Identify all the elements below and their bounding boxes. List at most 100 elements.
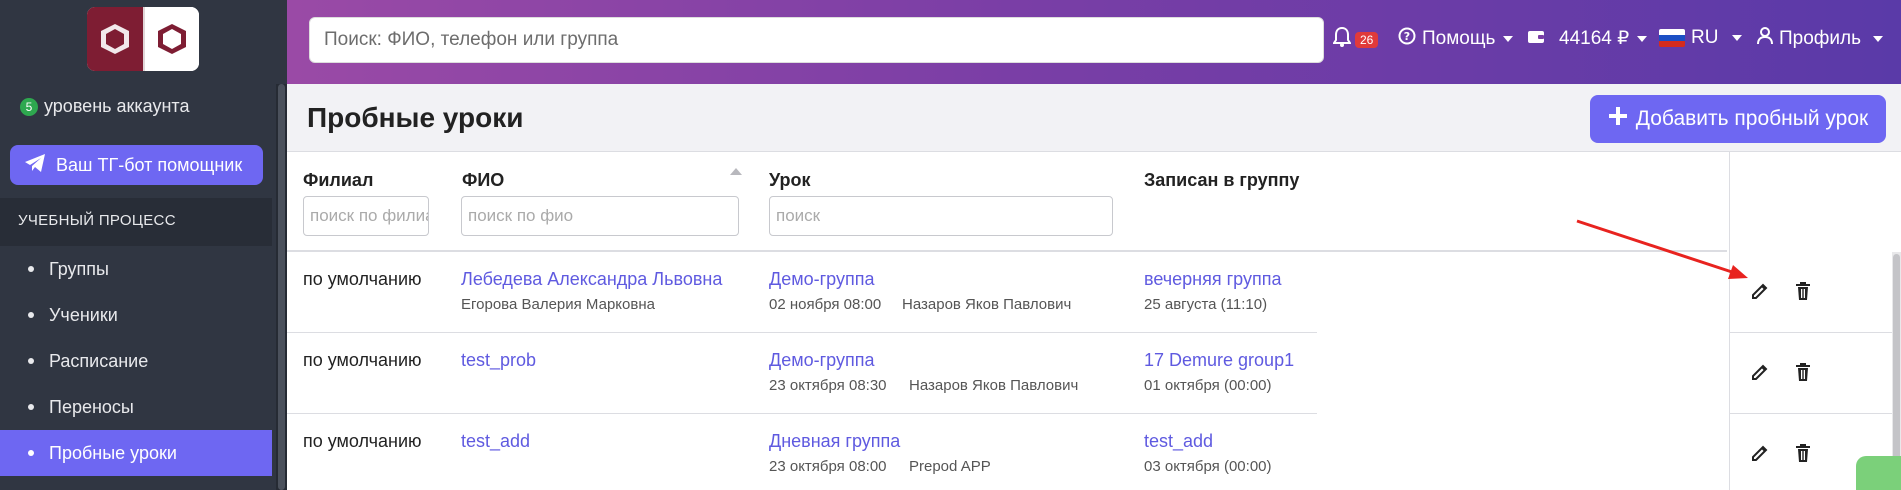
parent-name: Егорова Валерия Марковна xyxy=(461,296,655,313)
bell-icon xyxy=(1332,26,1352,53)
plus-icon xyxy=(1608,106,1628,132)
logo[interactable] xyxy=(87,7,199,71)
sidebar-scroll-thumb[interactable] xyxy=(278,84,285,490)
page-title: Пробные уроки xyxy=(307,102,524,133)
telegram-icon xyxy=(24,153,46,178)
teacher-name: Назаров Яков Павлович xyxy=(902,296,1072,313)
trash-icon[interactable] xyxy=(1791,279,1815,303)
help-circle-icon: ? xyxy=(1398,27,1416,51)
help-menu[interactable]: ? Помощь xyxy=(1398,27,1514,51)
column-header-branch[interactable]: Филиал xyxy=(303,170,373,191)
tg-bot-button[interactable]: Ваш ТГ-бот помощник xyxy=(10,145,263,185)
branch-filter-input[interactable] xyxy=(303,196,429,236)
group-link[interactable]: test_add xyxy=(1144,431,1213,452)
teacher-name: Prepod APP xyxy=(909,458,991,475)
profile-menu[interactable]: Профиль xyxy=(1757,27,1884,51)
level-label: уровень аккаунта xyxy=(44,96,190,116)
language-menu[interactable]: RU xyxy=(1659,27,1743,49)
sort-up-icon[interactable] xyxy=(730,168,742,175)
chevron-down-icon xyxy=(1873,36,1884,42)
pencil-icon[interactable] xyxy=(1748,279,1772,303)
add-trial-lesson-button[interactable]: Добавить пробный урок xyxy=(1590,95,1886,143)
account-level: 5 уровень аккаунта xyxy=(20,96,189,117)
balance-value: 44164 ₽ xyxy=(1559,28,1630,49)
table-row: по умолчанию test_add Дневная группа 23 … xyxy=(287,414,1317,490)
trial-lessons-table: Филиал ФИО Урок Записан в группу по умол… xyxy=(287,152,1901,490)
trash-icon[interactable] xyxy=(1791,441,1815,465)
lesson-date: 23 октября 08:30 xyxy=(769,377,887,394)
bullet-icon xyxy=(28,358,34,364)
sidebar-item-schedule[interactable]: Расписание xyxy=(0,338,272,384)
sidebar-item-label: Ученики xyxy=(49,304,118,325)
pencil-icon[interactable] xyxy=(1748,360,1772,384)
table-scroll-thumb[interactable] xyxy=(1893,254,1900,490)
flag-ru-icon xyxy=(1659,29,1685,47)
lesson-filter-input[interactable] xyxy=(769,196,1113,236)
lesson-link[interactable]: Демо-группа xyxy=(769,350,874,371)
teacher-name: Назаров Яков Павлович xyxy=(909,377,1079,394)
table-row: по умолчанию Лебедева Александра Львовна… xyxy=(287,252,1317,333)
notifications-badge: 26 xyxy=(1355,32,1379,48)
bullet-icon xyxy=(28,404,34,410)
sidebar-item-label: Пробные уроки xyxy=(49,442,177,463)
page-header: Пробные уроки Добавить пробный урок xyxy=(287,84,1901,152)
wallet-icon xyxy=(1527,28,1545,50)
language-label: RU xyxy=(1691,27,1719,48)
add-button-label: Добавить пробный урок xyxy=(1635,107,1869,130)
column-header-lesson[interactable]: Урок xyxy=(769,170,811,191)
student-name-link[interactable]: Лебедева Александра Львовна xyxy=(461,269,722,290)
lesson-date: 02 ноября 08:00 xyxy=(769,296,882,313)
svg-text:?: ? xyxy=(1404,30,1410,43)
trash-icon[interactable] xyxy=(1791,360,1815,384)
column-header-group[interactable]: Записан в группу xyxy=(1144,170,1299,191)
lesson-date: 23 октября 08:00 xyxy=(769,458,887,475)
lesson-link[interactable]: Демо-группа xyxy=(769,269,874,290)
table-row: по умолчанию test_prob Демо-группа 23 ок… xyxy=(287,333,1317,414)
sidebar-item-label: Переносы xyxy=(49,396,134,417)
sidebar-item-transfers[interactable]: Переносы xyxy=(0,384,272,430)
logo-mark-dark xyxy=(87,7,143,71)
sidebar-item-label: Расписание xyxy=(49,350,149,371)
sidebar-nav: Группы Ученики Расписание Переносы Пробн… xyxy=(0,246,272,476)
section-title: УЧЕБНЫЙ ПРОЦЕСС xyxy=(18,212,176,229)
level-badge: 5 xyxy=(20,97,38,116)
sidebar-item-groups[interactable]: Группы xyxy=(0,246,272,292)
branch-cell: по умолчанию xyxy=(303,350,422,370)
user-icon xyxy=(1757,27,1773,51)
bullet-icon xyxy=(28,450,34,456)
sidebar-item-students[interactable]: Ученики xyxy=(0,292,272,338)
chevron-down-icon xyxy=(1637,35,1648,42)
bullet-icon xyxy=(28,266,34,272)
group-link[interactable]: вечерняя группа xyxy=(1144,269,1282,290)
group-date: 01 октября (00:00) xyxy=(1144,377,1272,394)
search-input[interactable] xyxy=(309,17,1324,63)
branch-cell: по умолчанию xyxy=(303,269,422,289)
student-name-link[interactable]: test_prob xyxy=(461,350,536,371)
row-actions xyxy=(1730,252,1901,333)
chevron-down-icon xyxy=(1732,35,1743,41)
balance-menu[interactable]: 44164 ₽ xyxy=(1527,27,1648,50)
chevron-down-icon xyxy=(1503,36,1514,42)
student-name-link[interactable]: test_add xyxy=(461,431,530,452)
name-filter-input[interactable] xyxy=(461,196,739,236)
profile-label: Профиль xyxy=(1779,28,1862,49)
group-date: 25 августа (11:10) xyxy=(1144,296,1268,313)
sidebar-item-label: Группы xyxy=(49,258,109,279)
row-actions xyxy=(1730,333,1901,414)
logo-mark-light xyxy=(143,7,199,71)
group-date: 03 октября (00:00) xyxy=(1144,458,1272,475)
help-label: Помощь xyxy=(1422,28,1496,49)
lesson-link[interactable]: Дневная группа xyxy=(769,431,900,452)
column-header-name[interactable]: ФИО xyxy=(462,170,504,191)
sidebar-scrollbar[interactable] xyxy=(276,84,287,490)
table-scrollbar[interactable] xyxy=(1892,252,1901,490)
group-link[interactable]: 17 Demure group1 xyxy=(1144,350,1294,371)
notifications-button[interactable]: 26 xyxy=(1332,26,1379,53)
chat-widget-button[interactable] xyxy=(1856,456,1901,490)
sidebar-item-trial-lessons[interactable]: Пробные уроки xyxy=(0,430,272,476)
sidebar: 5 уровень аккаунта Ваш ТГ-бот помощник У… xyxy=(0,0,287,490)
pencil-icon[interactable] xyxy=(1748,441,1772,465)
bullet-icon xyxy=(28,312,34,318)
branch-cell: по умолчанию xyxy=(303,431,422,451)
top-header: 26 ? Помощь 44164 ₽ RU Профиль xyxy=(287,0,1901,84)
